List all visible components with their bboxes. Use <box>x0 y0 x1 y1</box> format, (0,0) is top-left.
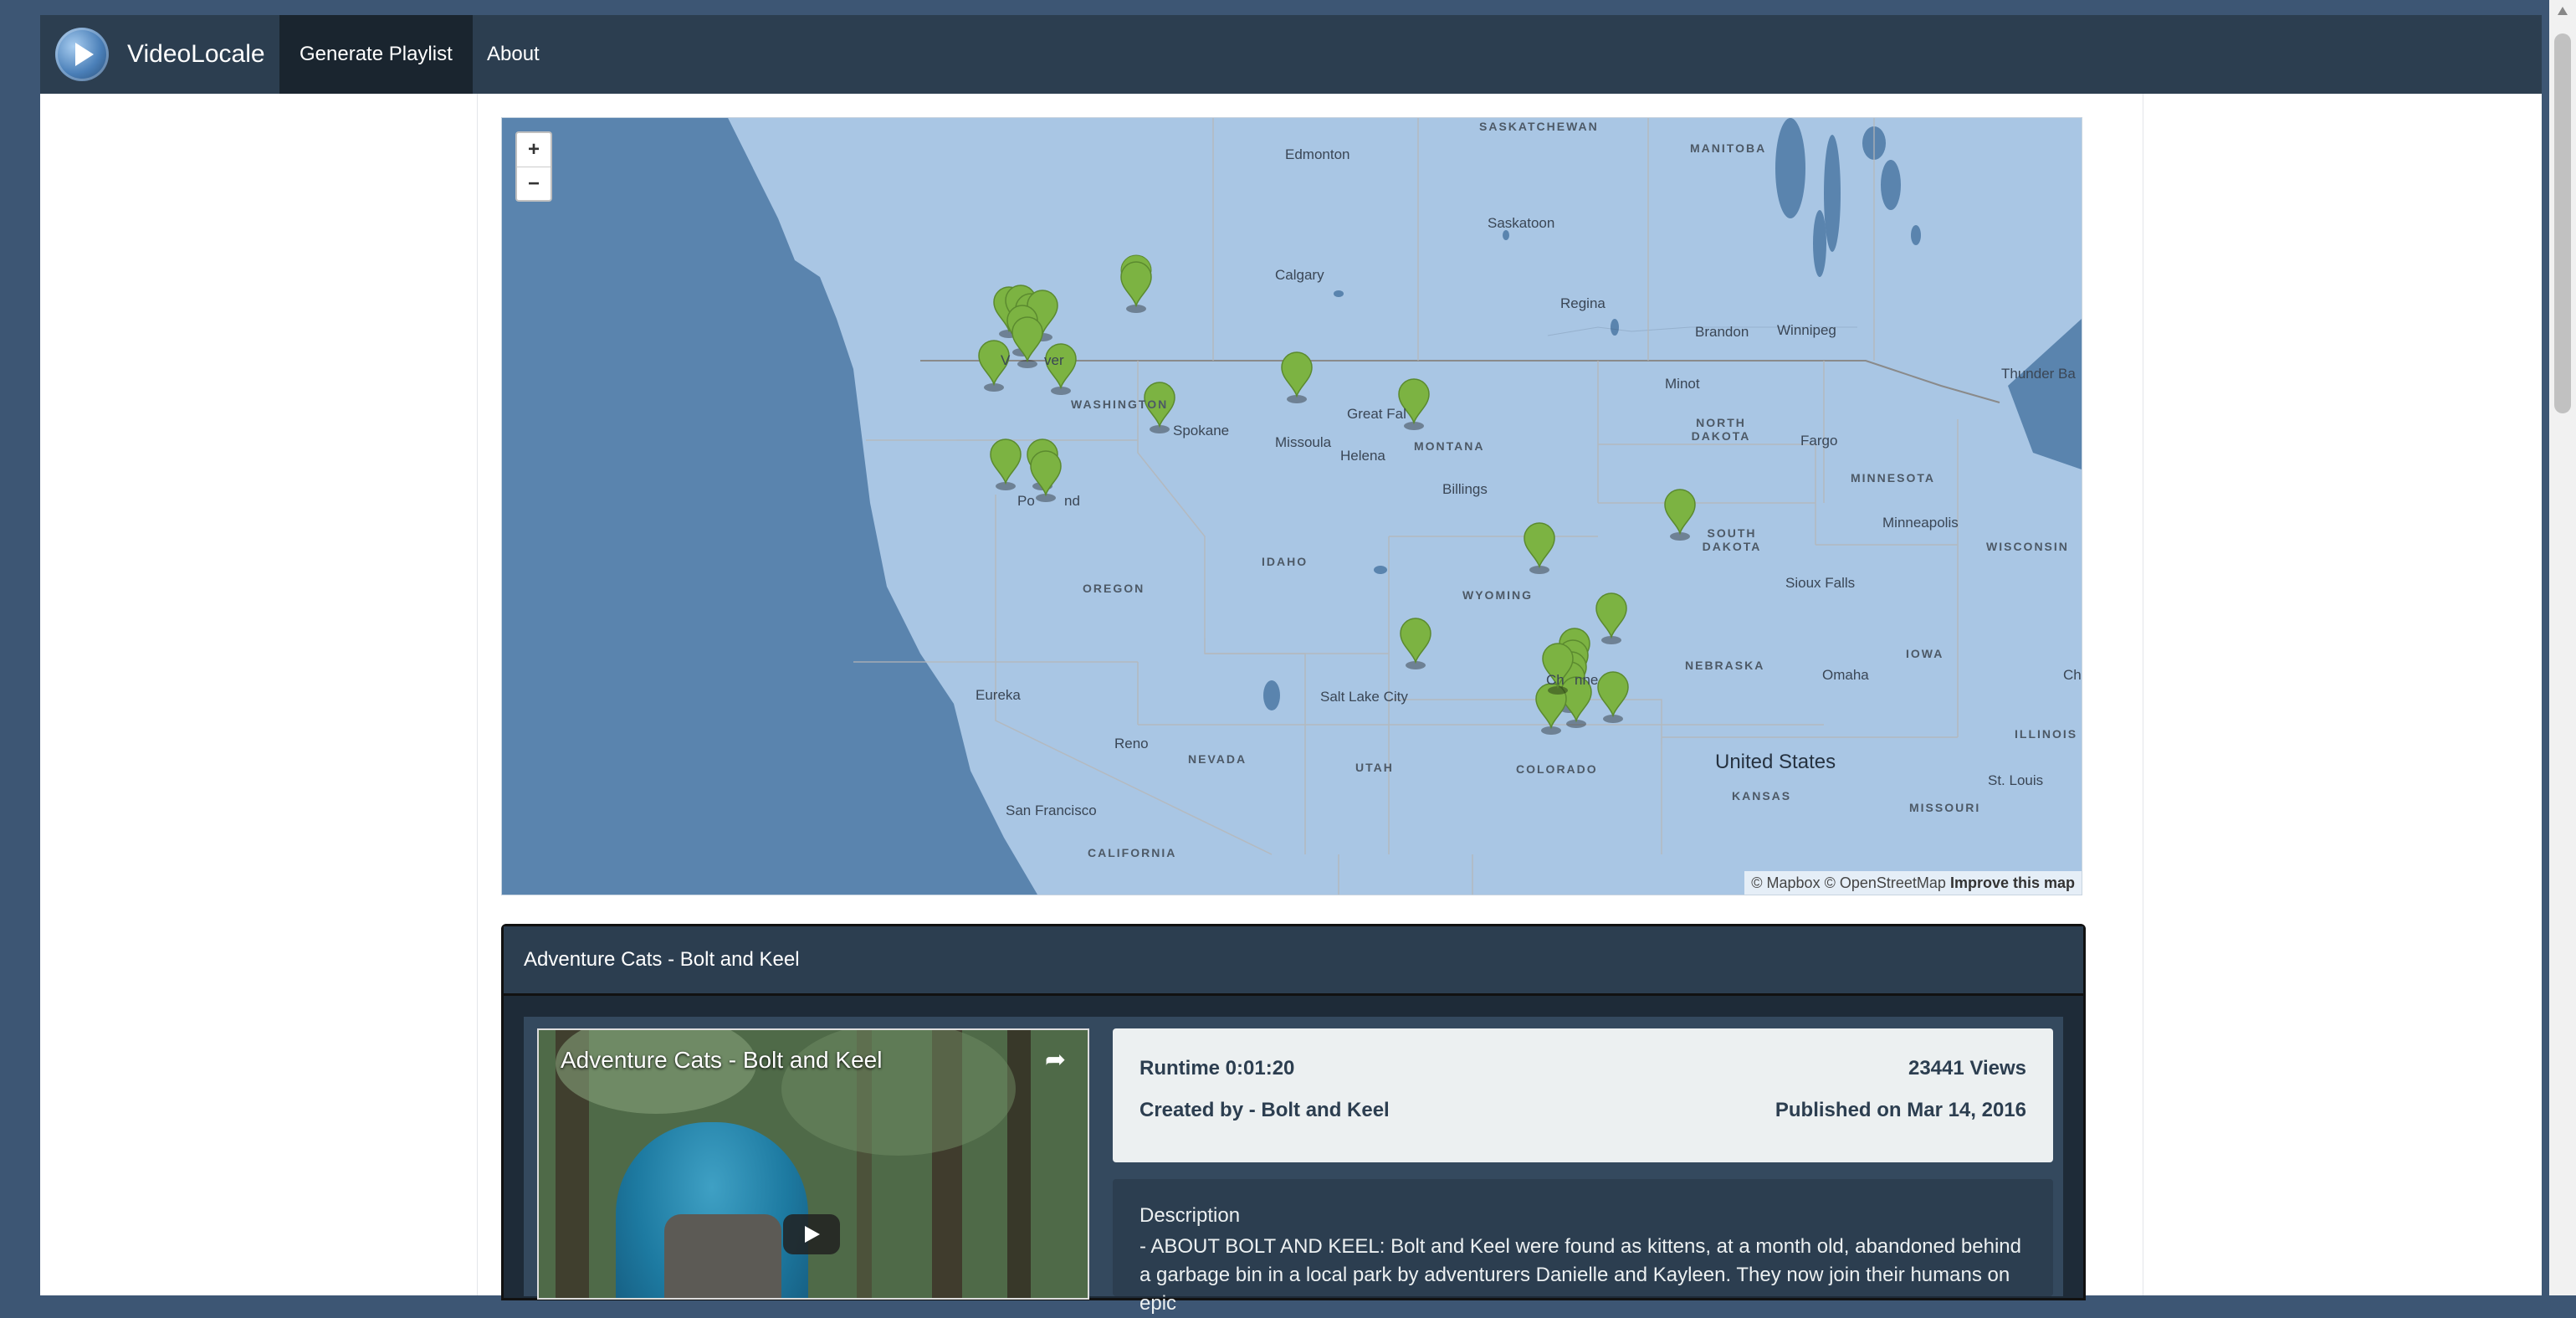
map-label: Billings <box>1442 481 1488 497</box>
scrollbar[interactable] <box>2549 0 2576 1295</box>
video-player[interactable]: Adventure Cats - Bolt and Keel ➦ <box>537 1028 1089 1300</box>
map-label: Minneapolis <box>1882 515 1959 531</box>
map-marker-icon[interactable] <box>1281 351 1313 403</box>
zoom-control: + − <box>515 131 552 202</box>
scroll-up-arrow-icon[interactable] <box>2558 7 2568 15</box>
map-label: Great Fal <box>1347 406 1406 422</box>
map-marker-icon[interactable] <box>1030 450 1062 502</box>
map-label: United States <box>1715 751 1836 773</box>
map-label: SOUTH DAKOTA <box>1702 526 1762 553</box>
map-label: Minot <box>1665 376 1700 392</box>
map-label: Saskatoon <box>1488 215 1555 231</box>
nav-generate-playlist[interactable]: Generate Playlist <box>279 15 473 94</box>
map-label: MISSOURI <box>1909 801 1981 814</box>
view-count: 23441 Views <box>1908 1057 2026 1080</box>
brand-name: VideoLocale <box>127 40 265 68</box>
map-attribution: © Mapbox © OpenStreetMap Improve this ma… <box>1744 871 2082 895</box>
map-marker-icon[interactable] <box>1597 671 1629 723</box>
map[interactable]: + − SASKATCHEWAN MANITOBA Edmonton Saska… <box>501 117 2082 895</box>
map-label: Sioux Falls <box>1785 575 1856 591</box>
map-label: ILLINOIS <box>2015 727 2078 741</box>
map-marker-icon[interactable] <box>990 438 1022 490</box>
map-label: nd <box>1064 493 1080 509</box>
map-label: MINNESOTA <box>1851 471 1935 485</box>
map-label: MANITOBA <box>1690 141 1767 155</box>
share-icon[interactable]: ➦ <box>1045 1045 1066 1074</box>
zoom-in-button[interactable]: + <box>517 133 551 167</box>
map-label: UTAH <box>1355 761 1394 774</box>
map-label: St. Louis <box>1988 772 2044 788</box>
map-marker-icon[interactable] <box>1011 316 1043 368</box>
improve-map-link[interactable]: Improve this map <box>1950 874 2075 891</box>
map-label: Salt Lake City <box>1320 689 1408 705</box>
map-label: CALIFORNIA <box>1088 846 1177 859</box>
zoom-out-button[interactable]: − <box>517 167 551 200</box>
map-marker-icon[interactable] <box>1524 522 1555 574</box>
video-card-title: Adventure Cats - Bolt and Keel <box>504 926 2083 996</box>
map-label: WYOMING <box>1462 588 1533 602</box>
play-button[interactable] <box>783 1214 840 1254</box>
description-box: Description - ABOUT BOLT AND KEEL: Bolt … <box>1113 1179 2053 1315</box>
map-label: Omaha <box>1822 667 1869 683</box>
map-label: ver <box>1044 352 1064 368</box>
backpack <box>664 1214 781 1298</box>
osm-attribution-link[interactable]: © OpenStreetMap <box>1825 874 1946 891</box>
map-label: Edmonton <box>1285 146 1350 162</box>
video-title[interactable]: Adventure Cats - Bolt and Keel <box>561 1047 882 1074</box>
map-marker-icon[interactable] <box>1400 618 1431 669</box>
map-label: WISCONSIN <box>1986 540 2069 553</box>
map-label: NEVADA <box>1188 752 1247 766</box>
map-label: Eureka <box>976 687 1021 703</box>
map-label: KANSAS <box>1732 789 1792 803</box>
map-label: NEBRASKA <box>1685 659 1765 672</box>
mapbox-attribution-link[interactable]: © Mapbox <box>1751 874 1820 891</box>
map-label: MONTANA <box>1414 439 1485 453</box>
videolocale-logo-icon <box>55 28 109 81</box>
map-label: COLORADO <box>1516 762 1598 776</box>
map-label: Winnipeg <box>1777 322 1836 338</box>
navbar: VideoLocale Generate Playlist About <box>40 15 2542 94</box>
map-label: Regina <box>1560 295 1606 311</box>
map-marker-icon[interactable] <box>1595 592 1627 644</box>
published-date: Published on Mar 14, 2016 <box>1775 1099 2026 1121</box>
main-container: + − SASKATCHEWAN MANITOBA Edmonton Saska… <box>477 94 2143 1315</box>
map-label: Calgary <box>1275 267 1324 283</box>
description-label: Description <box>1139 1204 1241 1227</box>
brand[interactable]: VideoLocale <box>55 25 265 84</box>
map-label: Reno <box>1114 736 1149 751</box>
map-markers <box>978 261 1696 735</box>
map-label: Thunder Ba <box>2001 366 2076 382</box>
map-label: IOWA <box>1906 647 1944 660</box>
map-label: Ch <box>2063 667 2082 683</box>
map-label: Spokane <box>1173 423 1230 438</box>
map-label: SASKATCHEWAN <box>1479 120 1599 133</box>
map-label: San Francisco <box>1006 803 1097 818</box>
map-label: Helena <box>1340 448 1385 464</box>
map-label: Brandon <box>1695 324 1749 340</box>
map-marker-icon[interactable] <box>1120 261 1152 313</box>
description-text: - ABOUT BOLT AND KEEL: Bolt and Keel wer… <box>1139 1235 2021 1315</box>
map-label: IDAHO <box>1262 555 1308 568</box>
video-info: Runtime 0:01:20 23441 Views Created by -… <box>1113 1028 2053 1162</box>
map-label: WASHINGTON <box>1071 397 1169 411</box>
created-by: Created by - Bolt and Keel <box>1139 1099 1390 1121</box>
scroll-thumb[interactable] <box>2554 33 2571 413</box>
page: VideoLocale Generate Playlist About + − … <box>40 15 2542 1315</box>
map-label: Ch <box>1546 672 1565 688</box>
map-label: Fargo <box>1800 433 1838 449</box>
nav-about[interactable]: About <box>467 15 560 94</box>
video-card: Adventure Cats - Bolt and Keel Adventure… <box>501 924 2086 1315</box>
map-label: nne <box>1575 672 1599 688</box>
video-card-body: Adventure Cats - Bolt and Keel ➦ Runtime… <box>524 1017 2063 1315</box>
map-label: NORTH DAKOTA <box>1691 416 1751 443</box>
map-label: OREGON <box>1083 582 1145 595</box>
map-label: Po <box>1017 493 1035 509</box>
runtime: Runtime 0:01:20 <box>1139 1057 1295 1080</box>
map-label: V <box>1001 352 1011 368</box>
map-label: Missoula <box>1275 434 1332 450</box>
